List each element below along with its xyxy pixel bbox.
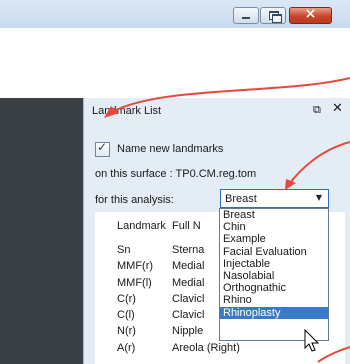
annotation-arrows: [104, 77, 350, 363]
annotation-arrowhead: [104, 106, 119, 118]
annotation-arrow: [289, 141, 350, 184]
annotation-arrow: [317, 346, 350, 363]
annotation-arrowhead: [285, 179, 296, 190]
annotation-arrow: [109, 77, 350, 114]
